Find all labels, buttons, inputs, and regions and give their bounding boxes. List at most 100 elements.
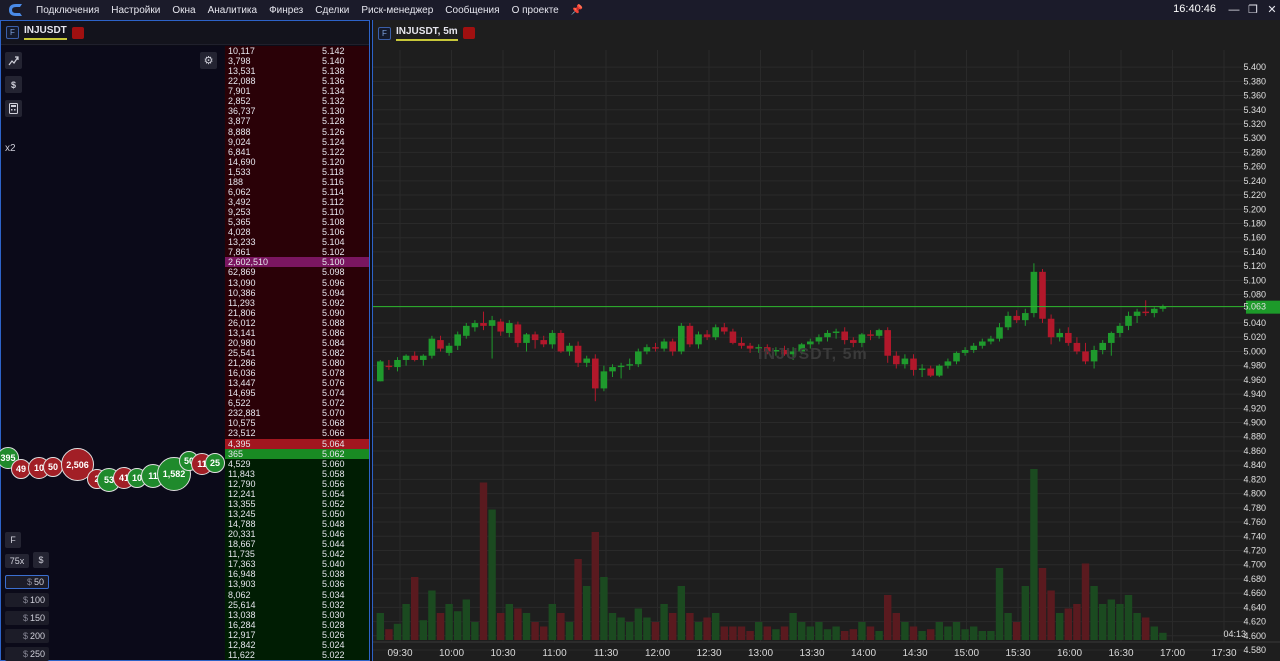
amount-preset-button[interactable]: $100 [5, 593, 49, 607]
close-icon[interactable]: ✕ [1264, 2, 1280, 18]
minimize-icon[interactable]: — [1226, 2, 1242, 18]
ask-row[interactable]: 4,395 5.064 [225, 438, 369, 449]
symbol-label[interactable]: INJUSDT [24, 25, 67, 40]
ask-row[interactable]: 4,028 5.106 [225, 227, 369, 238]
bid-row[interactable]: 12,790 5.056 [225, 478, 369, 489]
bid-row[interactable]: 12,842 5.024 [225, 639, 369, 650]
settings-gear-icon[interactable]: ⚙ [200, 52, 217, 69]
bid-row[interactable]: 11,622 5.022 [225, 649, 369, 660]
menu-item[interactable]: Подключения [30, 5, 105, 16]
candle-body [609, 367, 616, 372]
price-chart[interactable]: 5.400 5.380 5.360 5.340 5.320 5.300 5.280 5.260… [373, 20, 1280, 661]
bid-row[interactable]: 13,245 5.050 [225, 509, 369, 520]
ask-row[interactable]: 16,036 5.078 [225, 368, 369, 379]
ask-row[interactable]: 13,531 5.138 [225, 66, 369, 77]
ask-row[interactable]: 1,533 5.118 [225, 166, 369, 177]
ask-row[interactable]: 6,062 5.114 [225, 186, 369, 197]
chart-panel[interactable]: 5.400 5.380 5.360 5.340 5.320 5.300 5.280 5.260… [372, 20, 1280, 661]
amount-preset-button[interactable]: $50 [5, 575, 49, 589]
ask-row[interactable]: 13,090 5.096 [225, 277, 369, 288]
bid-row[interactable]: 18,667 5.044 [225, 539, 369, 550]
currency-button[interactable]: $ [33, 552, 49, 568]
ask-row[interactable]: 13,233 5.104 [225, 237, 369, 248]
pin-icon[interactable]: 📌 [571, 5, 583, 16]
dollar-icon[interactable]: $ [5, 76, 22, 93]
bid-row[interactable]: 16,948 5.038 [225, 569, 369, 580]
amount-preset-button[interactable]: $250 [5, 647, 49, 661]
leverage-button[interactable]: 75x [5, 554, 29, 568]
ask-row[interactable]: 9,024 5.124 [225, 136, 369, 147]
amount-preset-button[interactable]: $200 [5, 629, 49, 643]
bid-row[interactable]: 11,843 5.058 [225, 468, 369, 479]
futures-toggle-button[interactable]: F [5, 532, 21, 548]
menu-item[interactable]: Сообщения [439, 5, 505, 16]
ask-row[interactable]: 10,117 5.142 [225, 46, 369, 57]
bid-row[interactable]: 11,735 5.042 [225, 549, 369, 560]
ask-row[interactable]: 232,881 5.070 [225, 408, 369, 419]
calculator-icon[interactable] [5, 100, 22, 117]
ask-row[interactable]: 14,690 5.120 [225, 156, 369, 167]
book-price: 5.066 [322, 428, 345, 439]
ask-row[interactable]: 6,522 5.072 [225, 398, 369, 409]
bid-row[interactable]: 20,331 5.046 [225, 529, 369, 540]
candle-body [738, 342, 745, 346]
ask-row[interactable]: 25,541 5.082 [225, 347, 369, 359]
bid-row[interactable]: 25,614 5.032 [225, 599, 369, 610]
bid-row[interactable]: 17,363 5.040 [225, 559, 369, 570]
chart-title[interactable]: INJUSDT, 5m [396, 26, 458, 41]
menu-item[interactable]: Сделки [309, 5, 355, 16]
ask-row[interactable]: 62,869 5.098 [225, 267, 369, 278]
ask-row[interactable]: 3,492 5.112 [225, 196, 369, 208]
menu-item[interactable]: Риск-менеджер [355, 5, 439, 16]
menu-item[interactable]: Аналитика [202, 5, 264, 16]
bid-row[interactable]: 13,355 5.052 [225, 498, 369, 509]
bid-row[interactable]: 14,788 5.048 [225, 519, 369, 530]
bid-row[interactable]: 8,062 5.034 [225, 589, 369, 600]
restore-icon[interactable]: ❐ [1245, 2, 1261, 18]
ask-row[interactable]: 3,877 5.128 [225, 116, 369, 127]
menu-item[interactable]: О проекте [506, 5, 565, 16]
bid-row[interactable]: 365 5.062 [225, 448, 369, 459]
ask-row[interactable]: 14,695 5.074 [225, 388, 369, 399]
ask-row[interactable]: 2,602,510 5.100 [225, 257, 369, 268]
menu-item[interactable]: Окна [166, 5, 201, 16]
y-tick-label: 5.300 [1243, 133, 1266, 143]
ask-row[interactable]: 7,901 5.134 [225, 86, 369, 97]
ask-row[interactable]: 10,575 5.068 [225, 418, 369, 429]
ask-row[interactable]: 8,888 5.126 [225, 126, 369, 137]
bid-row[interactable]: 13,903 5.036 [225, 579, 369, 590]
menubar: Подключения Настройки Окна Аналитика Финрез С… [0, 0, 1280, 20]
ask-row[interactable]: 21,806 5.090 [225, 307, 369, 318]
bid-row[interactable]: 12,917 5.026 [225, 629, 369, 640]
ask-row[interactable]: 11,293 5.092 [225, 297, 369, 308]
ask-row[interactable]: 13,447 5.076 [225, 378, 369, 389]
ask-row[interactable]: 21,286 5.080 [225, 358, 369, 369]
chart-icon[interactable] [5, 52, 22, 69]
bid-row[interactable]: 4,529 5.060 [225, 458, 369, 469]
ask-row[interactable]: 13,141 5.086 [225, 327, 369, 338]
volume-bar [815, 622, 823, 640]
ask-row[interactable]: 10,386 5.094 [225, 287, 369, 298]
ask-row[interactable]: 20,980 5.084 [225, 337, 369, 348]
ask-row[interactable]: 6,841 5.122 [225, 146, 369, 157]
ask-row[interactable]: 9,253 5.110 [225, 207, 369, 218]
bid-row[interactable]: 16,284 5.028 [225, 619, 369, 630]
bid-row[interactable]: 12,241 5.054 [225, 488, 369, 499]
ask-row[interactable]: 26,012 5.088 [225, 317, 369, 328]
ask-row[interactable]: 3,798 5.140 [225, 56, 369, 67]
ask-row[interactable]: 23,512 5.066 [225, 428, 369, 439]
ask-row[interactable]: 188 5.116 [225, 176, 369, 187]
book-price: 5.120 [322, 156, 345, 167]
ask-row[interactable]: 5,365 5.108 [225, 217, 369, 228]
ask-row[interactable]: 7,861 5.102 [225, 247, 369, 258]
book-price: 5.116 [322, 176, 344, 187]
order-book[interactable]: 10,117 5.142 3,798 5.140 13,531 5.138 22,088 5.… [225, 46, 369, 660]
menu-item[interactable]: Финрез [263, 5, 309, 16]
ask-row[interactable]: 2,852 5.132 [225, 96, 369, 107]
amount-preset-button[interactable]: $150 [5, 611, 49, 625]
trade-tape[interactable]: $ ⚙ x2 3954910502,5062534110111,58250112… [0, 46, 225, 661]
ask-row[interactable]: 22,088 5.136 [225, 76, 369, 87]
menu-item[interactable]: Настройки [105, 5, 166, 16]
ask-row[interactable]: 36,737 5.130 [225, 106, 369, 117]
bid-row[interactable]: 13,038 5.030 [225, 609, 369, 620]
